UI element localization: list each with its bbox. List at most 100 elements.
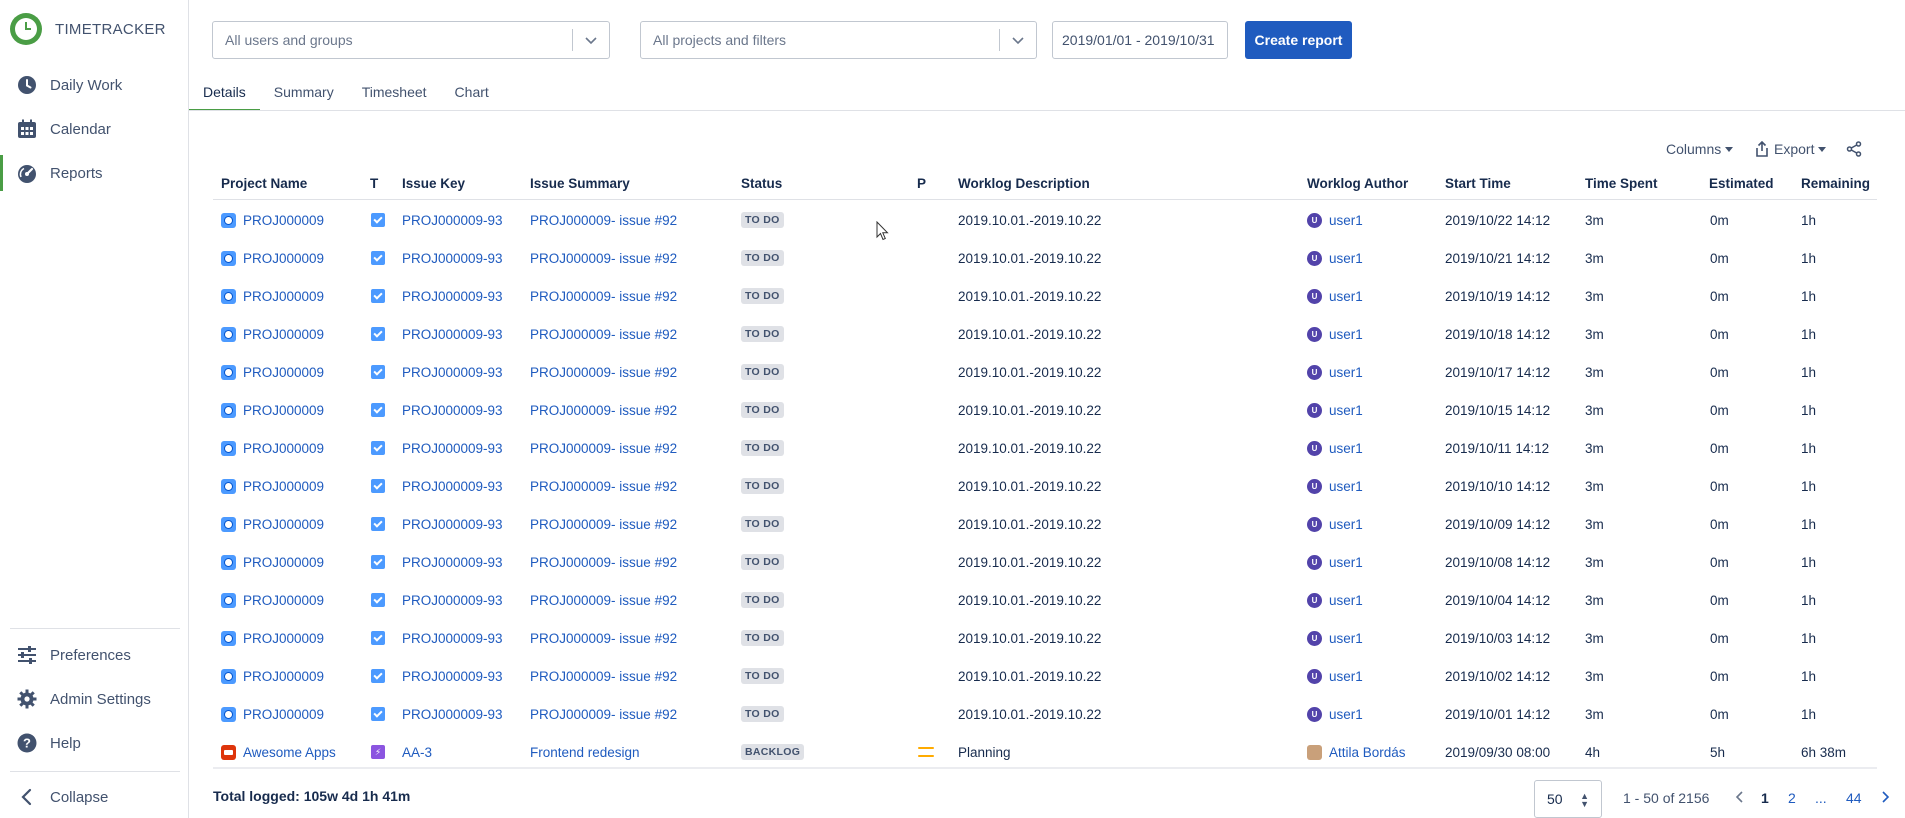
issue-summary-link[interactable]: PROJ000009- issue #92	[530, 239, 677, 277]
issue-key-link[interactable]: PROJ000009-93	[402, 391, 503, 429]
project-link[interactable]: PROJ000009	[243, 327, 324, 342]
sidebar-item-daily-work[interactable]: Daily Work	[0, 67, 188, 103]
column-header-worklog-description[interactable]: Worklog Description	[958, 176, 1090, 196]
column-header-issue-summary[interactable]: Issue Summary	[530, 176, 630, 196]
projects-select[interactable]: All projects and filters	[640, 21, 1037, 59]
prev-page-button[interactable]	[1735, 790, 1745, 807]
author-link[interactable]: user1	[1329, 517, 1363, 532]
page-44-button[interactable]: 44	[1846, 790, 1862, 806]
issue-key-link[interactable]: PROJ000009-93	[402, 619, 503, 657]
next-page-button[interactable]	[1880, 790, 1890, 807]
issue-key-link[interactable]: PROJ000009-93	[402, 239, 503, 277]
page-2-button[interactable]: 2	[1788, 790, 1796, 806]
project-link[interactable]: PROJ000009	[243, 251, 324, 266]
column-header-start-time[interactable]: Start Time	[1445, 176, 1511, 196]
issue-key-link[interactable]: AA-3	[402, 733, 432, 771]
column-header-issue-key[interactable]: Issue Key	[402, 176, 465, 196]
issue-key-link[interactable]: PROJ000009-93	[402, 695, 503, 733]
issue-key-link[interactable]: PROJ000009-93	[402, 581, 503, 619]
author-link[interactable]: user1	[1329, 669, 1363, 684]
project-link[interactable]: PROJ000009	[243, 365, 324, 380]
issue-key-link[interactable]: PROJ000009-93	[402, 429, 503, 467]
project-link[interactable]: PROJ000009	[243, 631, 324, 646]
sidebar-item-help[interactable]: ? Help	[0, 725, 188, 761]
project-link[interactable]: PROJ000009	[243, 441, 324, 456]
create-report-button[interactable]: Create report	[1245, 21, 1352, 59]
author-link[interactable]: user1	[1329, 555, 1363, 570]
export-button[interactable]: Export	[1755, 138, 1827, 160]
project-link[interactable]: PROJ000009	[243, 669, 324, 684]
issue-summary-link[interactable]: PROJ000009- issue #92	[530, 657, 677, 695]
sidebar-item-calendar[interactable]: Calendar	[0, 111, 188, 147]
issue-summary-link[interactable]: PROJ000009- issue #92	[530, 353, 677, 391]
issue-key-link[interactable]: PROJ000009-93	[402, 201, 503, 239]
column-header-type[interactable]: T	[370, 176, 378, 196]
brand[interactable]: TIMETRACKER	[10, 13, 166, 45]
issue-summary-link[interactable]: PROJ000009- issue #92	[530, 277, 677, 315]
tab-chart[interactable]: Chart	[441, 80, 503, 111]
tab-details[interactable]: Details	[189, 80, 260, 111]
column-header-time-spent[interactable]: Time Spent	[1585, 176, 1658, 196]
column-header-worklog-author[interactable]: Worklog Author	[1307, 176, 1408, 196]
page-1-button[interactable]: 1	[1761, 790, 1769, 806]
issue-key-link[interactable]: PROJ000009-93	[402, 505, 503, 543]
project-link[interactable]: PROJ000009	[243, 479, 324, 494]
issue-key-link[interactable]: PROJ000009-93	[402, 657, 503, 695]
issue-summary-link[interactable]: PROJ000009- issue #92	[530, 695, 677, 733]
author-link[interactable]: user1	[1329, 251, 1363, 266]
issue-key-link[interactable]: PROJ000009-93	[402, 353, 503, 391]
column-header-status[interactable]: Status	[741, 176, 782, 196]
collapse-button[interactable]: Collapse	[0, 779, 188, 815]
project-link[interactable]: PROJ000009	[243, 555, 324, 570]
issue-summary-link[interactable]: PROJ000009- issue #92	[530, 315, 677, 353]
project-link[interactable]: Awesome Apps	[243, 745, 336, 760]
issue-summary-link[interactable]: PROJ000009- issue #92	[530, 581, 677, 619]
project-link[interactable]: PROJ000009	[243, 289, 324, 304]
issue-summary-link[interactable]: PROJ000009- issue #92	[530, 543, 677, 581]
project-link[interactable]: PROJ000009	[243, 403, 324, 418]
issue-summary-link[interactable]: Frontend redesign	[530, 733, 640, 771]
author-link[interactable]: user1	[1329, 593, 1363, 608]
author-link[interactable]: user1	[1329, 327, 1363, 342]
issue-key-link[interactable]: PROJ000009-93	[402, 467, 503, 505]
sidebar-item-reports[interactable]: Reports	[0, 155, 188, 191]
author-link[interactable]: user1	[1329, 365, 1363, 380]
author-link[interactable]: user1	[1329, 403, 1363, 418]
author-link[interactable]: Attila Bordás	[1329, 745, 1406, 760]
status-badge: TO DO	[741, 440, 784, 456]
columns-button[interactable]: Columns	[1666, 138, 1734, 160]
tab-timesheet[interactable]: Timesheet	[348, 80, 441, 111]
issue-summary-link[interactable]: PROJ000009- issue #92	[530, 429, 677, 467]
column-header-project-name[interactable]: Project Name	[221, 176, 307, 196]
column-header-estimated[interactable]: Estimated	[1709, 176, 1774, 196]
author-link[interactable]: user1	[1329, 479, 1363, 494]
issue-key-link[interactable]: PROJ000009-93	[402, 277, 503, 315]
issue-summary-link[interactable]: PROJ000009- issue #92	[530, 391, 677, 429]
author-link[interactable]: user1	[1329, 289, 1363, 304]
author-link[interactable]: user1	[1329, 213, 1363, 228]
issue-summary-link[interactable]: PROJ000009- issue #92	[530, 201, 677, 239]
author-link[interactable]: user1	[1329, 707, 1363, 722]
project-link[interactable]: PROJ000009	[243, 593, 324, 608]
issue-summary-link[interactable]: PROJ000009- issue #92	[530, 505, 677, 543]
project-link[interactable]: PROJ000009	[243, 213, 324, 228]
issue-key-link[interactable]: PROJ000009-93	[402, 543, 503, 581]
sidebar-item-preferences[interactable]: Preferences	[0, 637, 188, 673]
page-size-select[interactable]: 50 ▲ ▼	[1534, 780, 1602, 818]
author-link[interactable]: user1	[1329, 441, 1363, 456]
tab-summary[interactable]: Summary	[260, 80, 348, 111]
date-range-input[interactable]: 2019/01/01 - 2019/10/31	[1052, 21, 1228, 59]
chevron-right-icon	[1882, 791, 1890, 803]
sidebar-item-admin-settings[interactable]: Admin Settings	[0, 681, 188, 717]
project-link[interactable]: PROJ000009	[243, 517, 324, 532]
column-header-remaining[interactable]: Remaining	[1801, 176, 1870, 196]
project-link[interactable]: PROJ000009	[243, 707, 324, 722]
issue-summary-link[interactable]: PROJ000009- issue #92	[530, 467, 677, 505]
column-header-priority[interactable]: P	[917, 176, 926, 196]
estimated: 0m	[1710, 364, 1729, 380]
author-link[interactable]: user1	[1329, 631, 1363, 646]
issue-summary-link[interactable]: PROJ000009- issue #92	[530, 619, 677, 657]
issue-key-link[interactable]: PROJ000009-93	[402, 315, 503, 353]
users-select[interactable]: All users and groups	[212, 21, 610, 59]
share-button[interactable]	[1846, 138, 1862, 160]
